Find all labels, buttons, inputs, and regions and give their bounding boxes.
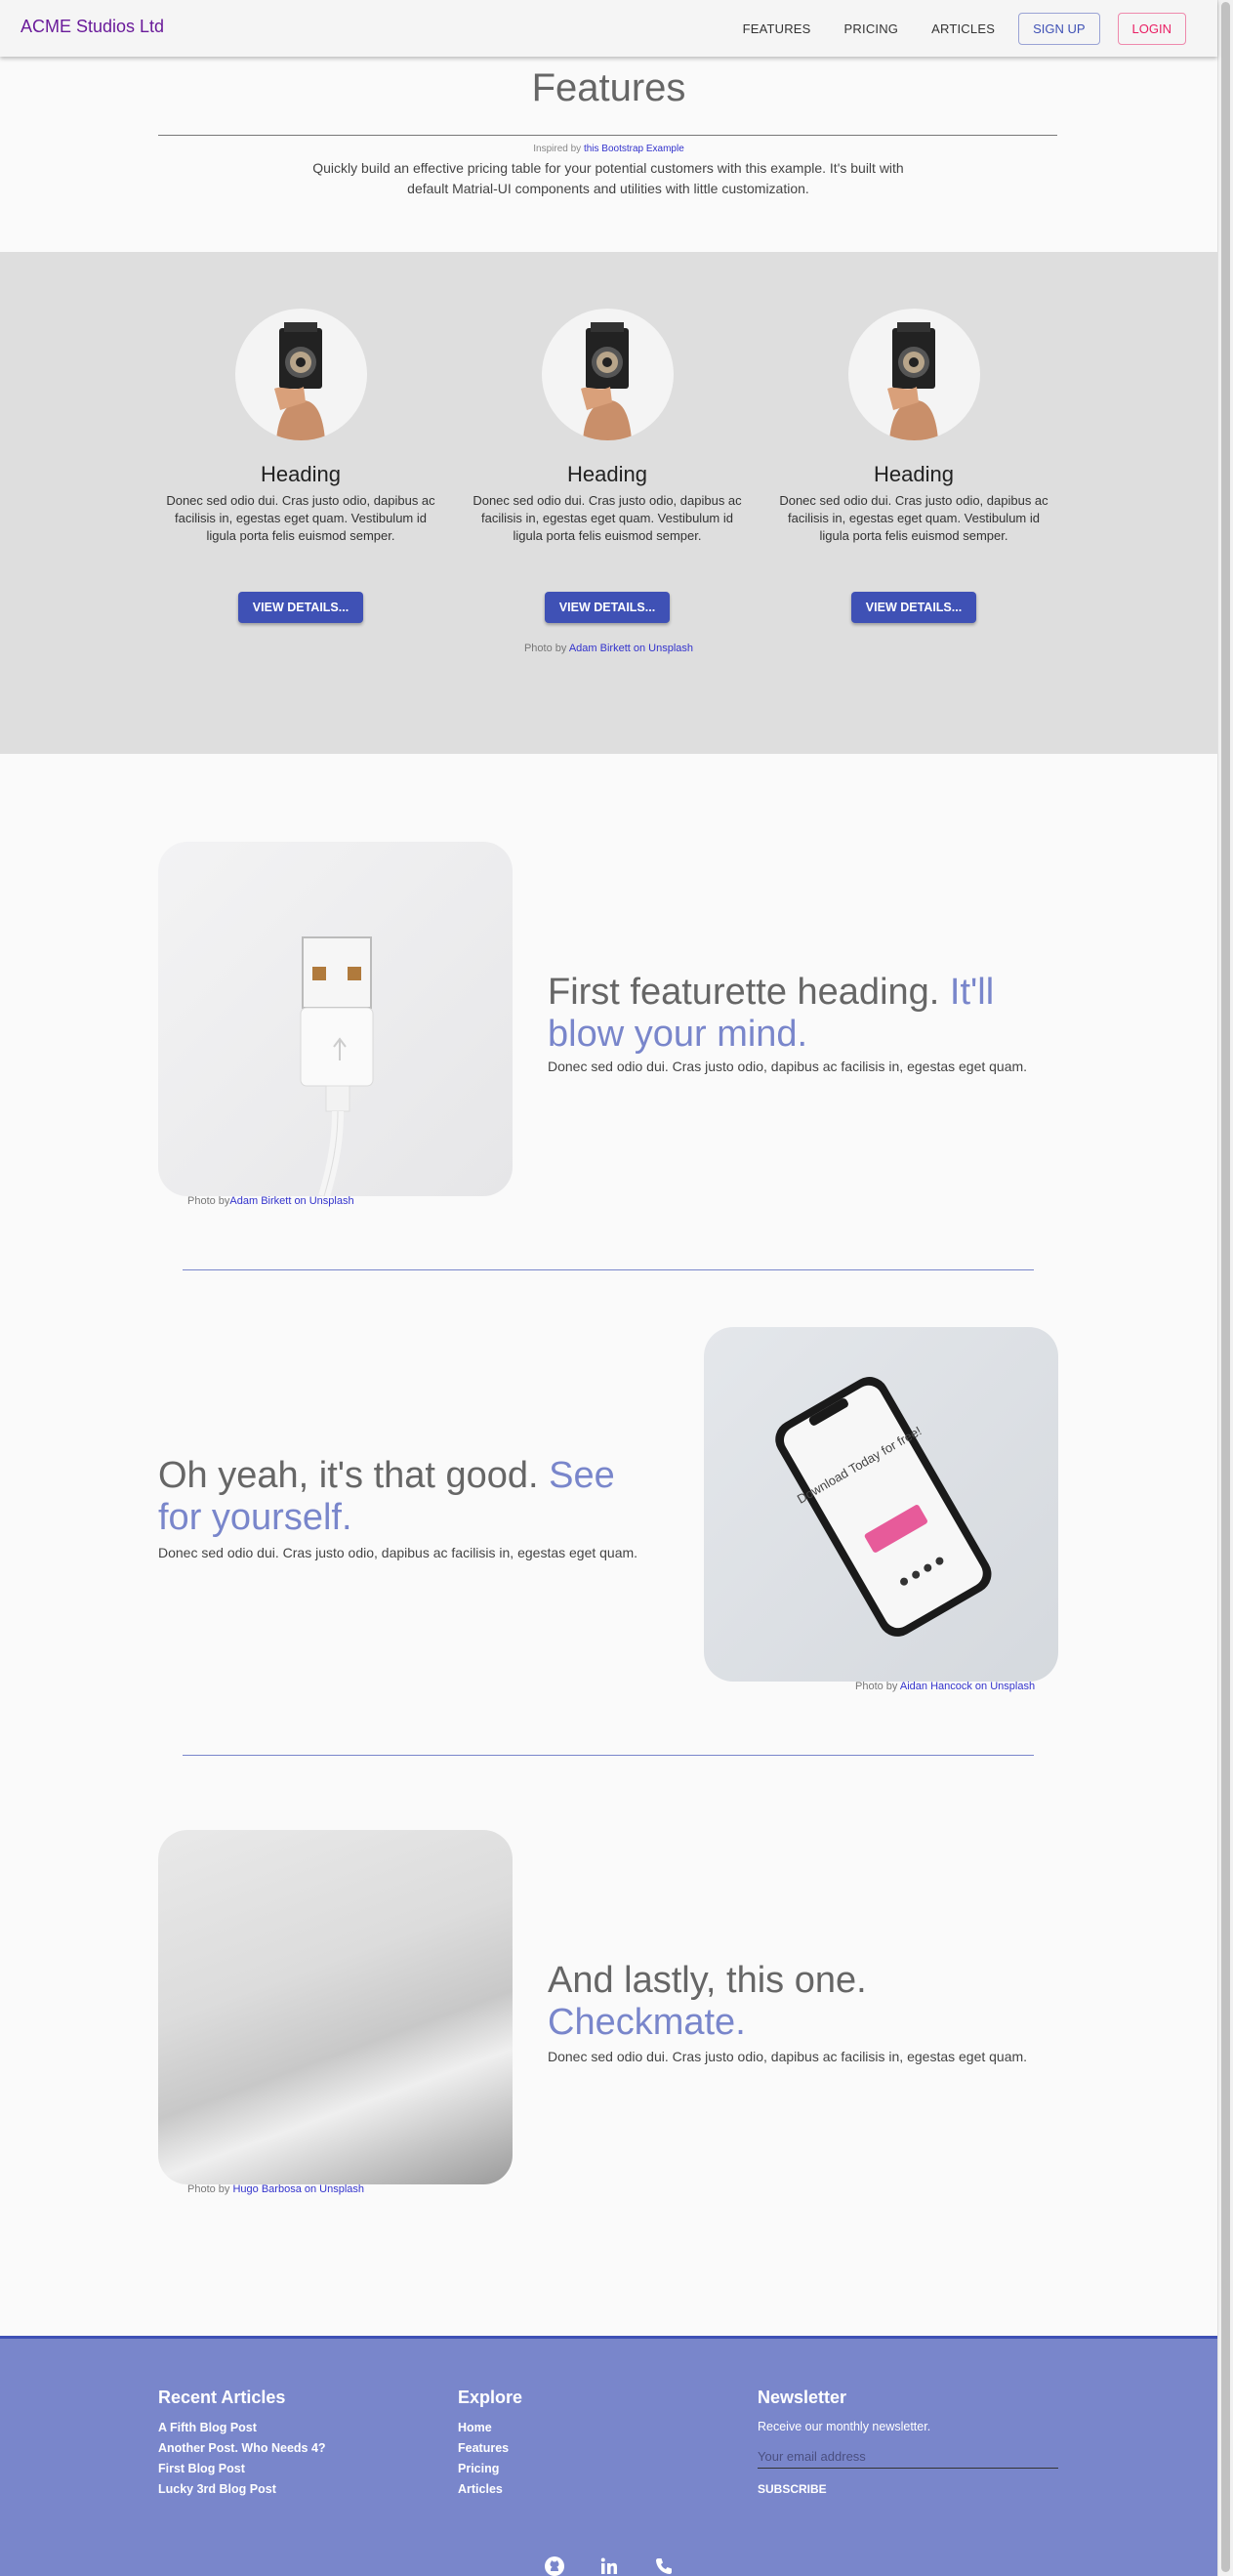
blurred-image: [158, 1830, 513, 2184]
column-text: Donec sed odio dui. Cras justo odio, dap…: [473, 493, 742, 543]
bootstrap-example-link[interactable]: this Bootstrap Example: [584, 144, 684, 154]
heading-accent: Checkmate.: [548, 2002, 746, 2043]
nav-articles[interactable]: ARTICLES: [922, 14, 1005, 44]
featurette-text-3: Donec sed odio dui. Cras justo odio, dap…: [548, 2049, 1028, 2064]
credit-link[interactable]: Adam Birkett on Unsplash: [229, 1195, 353, 1207]
heading-main: First featurette heading.: [548, 972, 950, 1013]
brand-logo[interactable]: ACME Studios Ltd: [21, 17, 164, 37]
page-title: Features: [531, 66, 686, 109]
feature-column-2: Heading Donec sed odio dui. Cras justo o…: [466, 309, 749, 623]
subscribe-button[interactable]: SUBSCRIBE: [758, 2482, 1058, 2496]
feature-column-1: Heading Donec sed odio dui. Cras justo o…: [159, 309, 442, 623]
credit-prefix: Photo by: [187, 2183, 233, 2195]
inspired-note: Inspired by this Bootstrap Example: [0, 144, 1217, 154]
featurette-text-1: Donec sed odio dui. Cras justo odio, dap…: [548, 1059, 1028, 1074]
inspired-prefix: Inspired by: [533, 144, 584, 154]
credit-link[interactable]: Adam Birkett on Unsplash: [569, 643, 693, 654]
credit-prefix: Photo by: [855, 1681, 900, 1692]
feature-columns-section: Heading Donec sed odio dui. Cras justo o…: [0, 252, 1217, 754]
footer-link[interactable]: Articles: [458, 2479, 522, 2500]
featurette-heading-3: And lastly, this one. Checkmate.: [548, 1960, 1055, 2044]
title-divider: [158, 135, 1057, 136]
column-heading: Heading: [874, 462, 954, 486]
linkedin-icon[interactable]: [598, 2555, 620, 2576]
heading-main: And lastly, this one.: [548, 1960, 867, 2001]
footer-heading: Recent Articles: [158, 2388, 286, 2407]
scrollbar-thumb[interactable]: [1221, 2, 1230, 2572]
credit-link[interactable]: Aidan Hancock on Unsplash: [900, 1681, 1035, 1692]
footer-heading: Explore: [458, 2388, 523, 2407]
credit-link[interactable]: Hugo Barbosa on Unsplash: [232, 2183, 364, 2195]
footer-recent-articles: Recent Articles A Fifth Blog Post Anothe…: [158, 2388, 326, 2500]
camera-image: [234, 309, 367, 440]
footer-explore: Explore Home Features Pricing Articles: [458, 2388, 522, 2500]
nav-pricing[interactable]: PRICING: [835, 14, 909, 44]
usb-photo-credit: Photo byAdam Birkett on Unsplash: [187, 1195, 354, 1207]
footer-link[interactable]: Lucky 3rd Blog Post: [158, 2479, 326, 2500]
blur-photo-credit: Photo by Hugo Barbosa on Unsplash: [187, 2183, 364, 2195]
footer-link[interactable]: Home: [458, 2418, 522, 2438]
footer-link[interactable]: A Fifth Blog Post: [158, 2418, 326, 2438]
photo-credit: Photo by Adam Birkett on Unsplash: [0, 643, 1217, 654]
email-field[interactable]: [758, 2445, 1058, 2469]
top-nav: FEATURES PRICING ARTICLES SIGN UP LOGIN: [733, 13, 1186, 45]
featurette-heading-1: First featurette heading. It'll blow you…: [548, 972, 1055, 1056]
column-heading: Heading: [567, 462, 647, 486]
phone-image: Download Today for free!: [704, 1327, 1058, 1682]
credit-prefix: Photo by: [187, 1195, 230, 1207]
view-details-button[interactable]: VIEW DETAILS...: [544, 592, 671, 623]
column-heading: Heading: [261, 462, 341, 486]
footer-heading: Newsletter: [758, 2388, 847, 2407]
hero-description: Quickly build an effective pricing table…: [312, 160, 904, 196]
signup-button[interactable]: SIGN UP: [1018, 13, 1100, 45]
usb-cable-image: [158, 842, 513, 1196]
vertical-scrollbar[interactable]: [1217, 0, 1233, 2576]
footer-newsletter: Newsletter Receive our monthly newslette…: [758, 2388, 1058, 2496]
footer-link[interactable]: Another Post. Who Needs 4?: [158, 2438, 326, 2459]
feature-column-3: Heading Donec sed odio dui. Cras justo o…: [772, 309, 1055, 623]
featurette-divider: [183, 1269, 1034, 1270]
column-text: Donec sed odio dui. Cras justo odio, dap…: [166, 493, 435, 543]
camera-image: [847, 309, 980, 440]
social-icons: [0, 2555, 1217, 2576]
footer-link[interactable]: First Blog Post: [158, 2459, 326, 2479]
featurette-text-2: Donec sed odio dui. Cras justo odio, dap…: [158, 1545, 638, 1560]
view-details-button[interactable]: VIEW DETAILS...: [850, 592, 977, 623]
phone-icon[interactable]: [653, 2555, 675, 2576]
featurette-heading-2: Oh yeah, it's that good. See for yoursel…: [158, 1455, 666, 1539]
footer-link[interactable]: Features: [458, 2438, 522, 2459]
footer: Recent Articles A Fifth Blog Post Anothe…: [0, 2336, 1217, 2576]
column-text: Donec sed odio dui. Cras justo odio, dap…: [779, 493, 1048, 543]
github-icon[interactable]: [544, 2555, 565, 2576]
login-button[interactable]: LOGIN: [1117, 13, 1186, 45]
app-bar: ACME Studios Ltd FEATURES PRICING ARTICL…: [0, 0, 1217, 57]
phone-photo-credit: Photo by Aidan Hancock on Unsplash: [855, 1681, 1035, 1692]
footer-link[interactable]: Pricing: [458, 2459, 522, 2479]
nav-features[interactable]: FEATURES: [733, 14, 821, 44]
camera-image: [541, 309, 674, 440]
featurette-divider: [183, 1755, 1034, 1756]
newsletter-subtitle: Receive our monthly newsletter.: [758, 2420, 931, 2433]
heading-main: Oh yeah, it's that good.: [158, 1455, 550, 1496]
view-details-button[interactable]: VIEW DETAILS...: [237, 592, 364, 623]
credit-prefix: Photo by: [523, 643, 569, 654]
